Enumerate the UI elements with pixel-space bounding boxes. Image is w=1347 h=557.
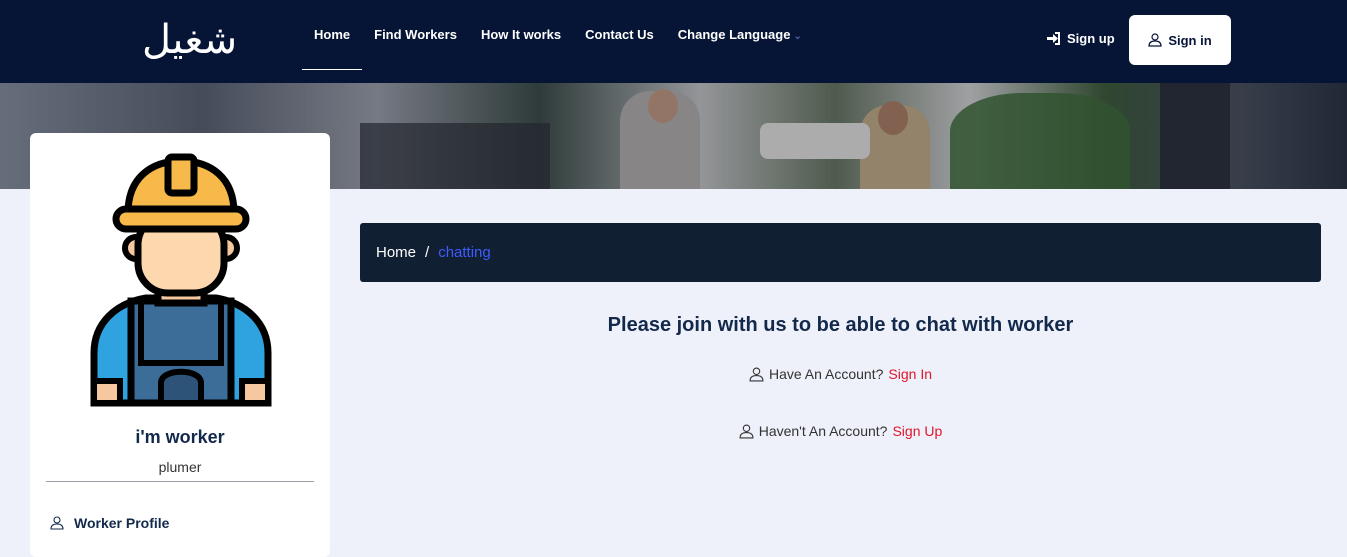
logo[interactable]: شغيل (142, 18, 237, 62)
have-account-row: Have An Account? Sign In (360, 366, 1321, 382)
breadcrumb-current: chatting (438, 244, 491, 261)
sign-in-link[interactable]: Sign In (888, 366, 932, 382)
navbar: شغيل Home Find Workers How It works Cont… (0, 0, 1347, 83)
breadcrumb-separator: / (425, 244, 430, 261)
nav-contact-us[interactable]: Contact Us (573, 0, 666, 70)
nav-change-language[interactable]: Change Language ⌄ (666, 0, 814, 70)
chevron-down-icon: ⌄ (793, 31, 802, 42)
have-account-text: Have An Account? (768, 366, 884, 382)
user-outline-icon (1148, 33, 1162, 47)
user-outline-icon (749, 367, 764, 381)
breadcrumb-home[interactable]: Home (376, 244, 416, 261)
breadcrumb: Home / chatting (360, 223, 1321, 282)
nav-links: Home Find Workers How It works Contact U… (302, 0, 814, 70)
worker-avatar-illustration (90, 153, 272, 407)
worker-job: plumer (158, 459, 202, 475)
no-account-row: Haven't An Account? Sign Up (360, 423, 1321, 439)
user-outline-icon (739, 424, 754, 438)
nav-find-workers[interactable]: Find Workers (362, 0, 469, 70)
nav-home[interactable]: Home (302, 0, 363, 70)
nav-how-it-works[interactable]: How It works (469, 0, 573, 70)
worker-name: i'm worker (135, 427, 225, 447)
join-title: Please join with us to be able to chat w… (607, 314, 1074, 336)
worker-profile-link[interactable]: Worker Profile (50, 515, 169, 531)
divider (46, 481, 314, 482)
signup-label: Sign up (1067, 31, 1115, 46)
user-outline-icon (50, 516, 64, 530)
signup-button[interactable]: Sign up (1047, 31, 1115, 46)
sign-up-link[interactable]: Sign Up (892, 423, 942, 439)
nav-change-language-label: Change Language (677, 27, 791, 42)
signin-label: Sign in (1168, 32, 1212, 48)
sign-in-arrow-icon (1047, 32, 1060, 45)
worker-profile-card: i'm worker plumer Worker Profile (30, 133, 330, 557)
signin-button[interactable]: Sign in (1129, 15, 1231, 65)
no-account-text: Haven't An Account? (758, 423, 888, 439)
worker-profile-label: Worker Profile (74, 515, 170, 531)
